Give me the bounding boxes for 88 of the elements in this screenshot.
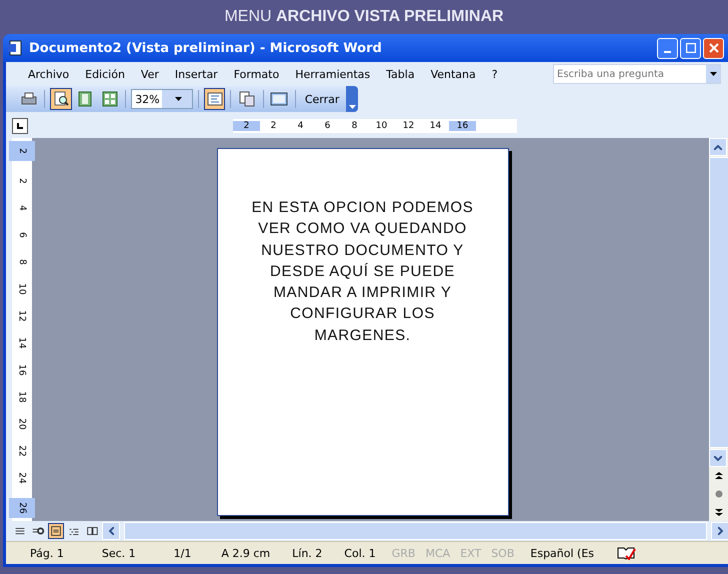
status-field: Col. 1 [334,544,386,562]
menu-item[interactable]: Herramientas [287,68,378,80]
page-icon [77,91,94,107]
status-field: Español (Es [520,544,604,562]
tab-stop-icon [16,122,24,130]
status-field: 1/1 [156,544,210,562]
next-page-icon[interactable] [715,508,723,516]
shrink-icon [238,91,255,107]
chevron-left-icon [108,527,114,535]
page-icon [49,524,63,538]
minimize-button[interactable] [657,38,678,58]
ruler-number: 20 [16,418,28,430]
status-field: GRB [388,544,420,562]
toolbar-options-button[interactable] [346,86,358,112]
slide-heading: MENU ARCHIVO VISTA PRELIMINAR [224,8,504,26]
status-field: Sec. 1 [84,544,154,562]
ruler-number: 6 [16,232,28,238]
book-icon [85,524,99,538]
tab-stop-button[interactable] [12,118,28,134]
dropdown-arrow-icon [175,97,182,101]
page-text: EN ESTA OPCION PODEMOS VER COMO VA QUEDANDO NUESTRO DOCUMENTO Y DESDE AQUÍ SE PUEDE MANDAR A IMPRIMIR Y CONFIGURAR LOS MARGENES. [250,198,474,346]
ruler-number: 2 [16,178,28,184]
dropdown-arrow-icon [710,72,716,76]
menu-item[interactable]: Archivo [20,68,78,80]
question-field[interactable]: Escriba una pregunta [553,64,721,84]
close-button[interactable] [703,38,724,58]
fullscreen-icon [270,92,288,106]
document-icon [7,40,23,56]
scrollbar-thumb[interactable] [124,522,707,540]
status-field: MCA [421,544,454,562]
dropdown-arrow-icon [348,105,356,109]
maximize-button[interactable] [680,38,701,58]
ruler-number: 8 [16,259,28,265]
scroll-left-button[interactable] [102,522,120,540]
previous-page-icon[interactable] [715,472,723,480]
chevron-down-icon [714,456,722,460]
status-field: A 2.9 cm [211,544,280,562]
ruler-number: 16 [16,364,28,376]
ruler-number: 18 [16,391,28,403]
scroll-right-button[interactable] [711,522,728,540]
ruler-number: 10 [16,283,28,295]
chevron-right-icon [718,527,722,535]
ruler-icon [206,91,223,107]
zoom-dropdown[interactable]: 32% [131,89,194,109]
magnifier-icon [52,91,69,107]
chevron-up-icon [714,144,722,150]
scroll-down-button[interactable] [709,449,727,467]
close-preview-button[interactable]: Cerrar [300,90,344,108]
menu-item[interactable]: Insertar [166,68,226,80]
ruler-number: 4 [16,205,28,211]
printer-icon [20,92,37,106]
status-field: Lín. 2 [282,544,332,562]
maximize-icon [686,43,696,53]
ruler-number: 26 [9,498,35,518]
ruler-number: 12 [402,121,416,131]
status-field: EXT [456,544,486,562]
ruler-number: 4 [296,121,304,131]
browse-object-icon[interactable] [715,490,723,498]
status-field: SOB [487,544,518,562]
spelling-icon [616,546,636,560]
ruler-number: 12 [16,310,28,322]
scroll-up-button[interactable] [709,138,727,156]
ruler-number: 16 [449,121,476,131]
menu-item[interactable]: Tabla [378,68,423,80]
view-button[interactable] [48,523,64,539]
close-icon [708,43,718,53]
ruler-number: 24 [16,472,28,484]
ruler-number: 22 [16,445,28,457]
ruler-number: 10 [374,121,388,131]
window-title: Documento2 (Vista preliminar) - Microsoft Word [29,40,383,56]
ruler-number: 2 [233,121,260,131]
pages-icon [102,91,118,107]
toolbar-button[interactable] [204,88,226,110]
status-field: Pág. 1 [12,544,82,562]
minimize-icon [664,50,671,52]
menu-item[interactable]: Ver [132,68,167,80]
scrollbar-thumb[interactable] [709,157,728,448]
menu-item[interactable]: Edición [77,68,133,80]
ruler-number: 14 [16,337,28,349]
ruler-number: 14 [428,121,442,131]
menu-item[interactable]: ? [484,68,506,80]
ruler-number: 8 [350,121,358,131]
menu-item[interactable]: Formato [226,68,288,80]
ruler-number: 6 [324,121,332,131]
menu-item[interactable]: Ventana [422,68,484,80]
toolbar-button[interactable] [50,88,72,110]
ruler-number: 2 [9,141,35,161]
ruler-number: 2 [270,121,278,131]
